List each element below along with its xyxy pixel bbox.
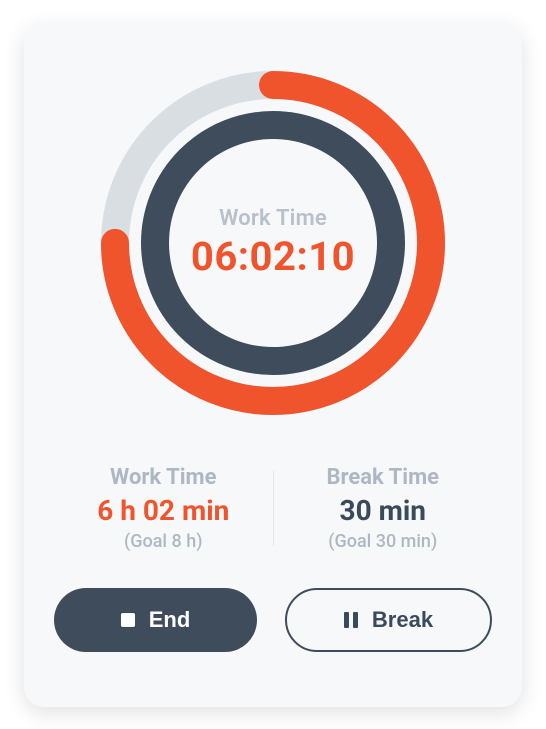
work-stat-goal: (Goal 8 h) xyxy=(124,531,202,552)
work-stat-title: Work Time xyxy=(110,465,216,490)
end-button[interactable]: End xyxy=(54,588,257,652)
break-stat-value: 30 min xyxy=(340,494,426,527)
stats-row: Work Time 6 h 02 min (Goal 8 h) Break Ti… xyxy=(54,465,492,552)
pause-icon xyxy=(344,612,358,628)
timer-card: Work Time 06:02:10 Work Time 6 h 02 min … xyxy=(24,23,522,707)
work-time-stat: Work Time 6 h 02 min (Goal 8 h) xyxy=(54,465,273,552)
break-stat-goal: (Goal 30 min) xyxy=(328,531,437,552)
break-button-label: Break xyxy=(372,607,433,633)
break-time-stat: Break Time 30 min (Goal 30 min) xyxy=(274,465,493,552)
break-button[interactable]: Break xyxy=(285,588,492,652)
break-stat-title: Break Time xyxy=(326,465,439,490)
stop-icon xyxy=(121,613,135,627)
button-row: End Break xyxy=(54,588,492,652)
timer-elapsed: 06:02:10 xyxy=(191,233,355,280)
work-stat-value: 6 h 02 min xyxy=(97,494,229,527)
timer-label: Work Time xyxy=(219,206,327,231)
progress-ring: Work Time 06:02:10 xyxy=(93,63,453,423)
end-button-label: End xyxy=(149,607,191,633)
